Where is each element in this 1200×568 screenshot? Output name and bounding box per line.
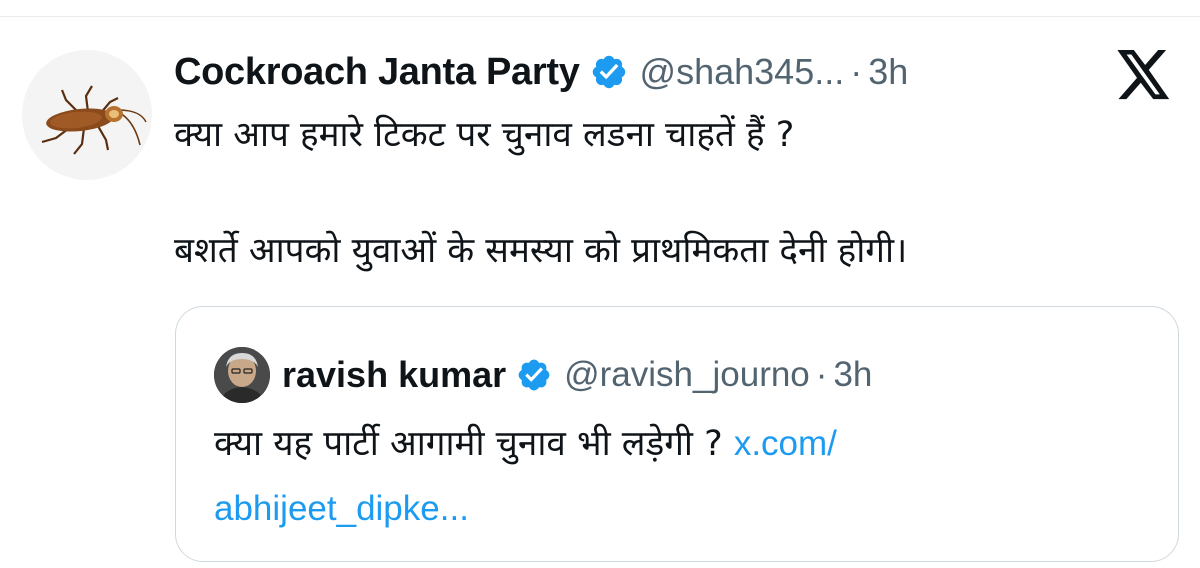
quoted-author-handle[interactable]: @ravish_journo <box>564 355 810 395</box>
quoted-tweet-card[interactable]: ravish kumar @ravish_journo · 3h क्या यह… <box>175 306 1179 562</box>
tweet-timestamp[interactable]: 3h <box>868 51 908 93</box>
dot-separator: · <box>850 51 863 92</box>
quoted-tweet-link[interactable]: x.com/ <box>734 424 837 463</box>
x-logo-icon[interactable] <box>1116 50 1172 100</box>
cockroach-icon <box>41 85 147 155</box>
tweet-text-line-1: क्या आप हमारे टिकट पर चुनाव लडना चाहतें … <box>174 115 795 155</box>
top-divider <box>0 0 1200 17</box>
quoted-author-display-name[interactable]: ravish kumar <box>282 354 506 396</box>
author-handle[interactable]: @shah345... <box>640 51 845 93</box>
quoted-tweet-timestamp[interactable]: 3h <box>833 355 872 395</box>
verified-badge-icon <box>516 357 552 393</box>
author-display-name[interactable]: Cockroach Janta Party <box>174 51 580 94</box>
quoted-tweet-link-continued[interactable]: abhijeet_dipke... <box>214 489 469 529</box>
quoted-author-avatar[interactable] <box>214 347 270 403</box>
quoted-tweet-body: क्या यह पार्टी आगामी चुनाव भी लड़ेगी ? <box>214 424 723 464</box>
quoted-tweet-header: ravish kumar @ravish_journo · 3h <box>282 347 872 403</box>
dot-separator: · <box>815 355 828 394</box>
tweet-header: Cockroach Janta Party @shah345... · 3h <box>174 46 908 98</box>
quoted-tweet-text: क्या यह पार्टी आगामी चुनाव भी लड़ेगी ? x… <box>214 419 837 466</box>
verified-badge-icon <box>590 53 628 91</box>
cockroach-avatar[interactable] <box>22 50 152 180</box>
user-avatar-icon <box>214 347 270 403</box>
tweet-text-line-2: बशर्ते आपको युवाओं के समस्या को प्राथमिक… <box>174 231 908 271</box>
